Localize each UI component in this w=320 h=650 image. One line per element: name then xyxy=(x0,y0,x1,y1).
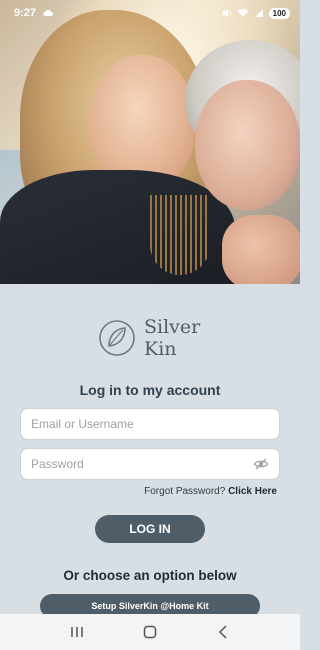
recents-icon xyxy=(70,627,83,637)
login-button[interactable]: LOG IN xyxy=(95,515,205,543)
battery-indicator: 100 xyxy=(268,7,290,19)
brand-line-2: Kin xyxy=(144,338,177,360)
wifi-icon xyxy=(237,8,249,17)
forgot-password-link[interactable]: Click Here xyxy=(228,486,277,497)
mute-icon xyxy=(222,9,232,17)
forgot-password-row: Forgot Password? Click Here xyxy=(144,486,277,497)
cloud-icon xyxy=(43,9,54,16)
system-nav-bar xyxy=(0,614,300,650)
status-bar: 9:27 100 xyxy=(0,0,300,26)
home-icon xyxy=(143,625,157,639)
back-icon xyxy=(219,625,227,639)
email-field-container xyxy=(20,408,280,440)
back-button[interactable] xyxy=(213,622,233,642)
signal-icon xyxy=(254,9,263,17)
hero-photo xyxy=(0,0,300,284)
leaf-logo-icon xyxy=(99,320,135,356)
eye-off-icon[interactable] xyxy=(253,456,269,472)
options-heading: Or choose an option below xyxy=(63,568,237,583)
password-input[interactable] xyxy=(31,457,253,471)
email-input[interactable] xyxy=(31,417,269,431)
forgot-password-text: Forgot Password? xyxy=(144,486,226,497)
home-button[interactable] xyxy=(140,622,160,642)
silverkin-logo: Silver Kin xyxy=(98,316,200,360)
brand-line-1: Silver xyxy=(144,316,201,338)
login-heading: Log in to my account xyxy=(79,382,221,398)
password-field-container xyxy=(20,448,280,480)
status-time: 9:27 xyxy=(14,7,37,19)
recents-button[interactable] xyxy=(67,622,87,642)
